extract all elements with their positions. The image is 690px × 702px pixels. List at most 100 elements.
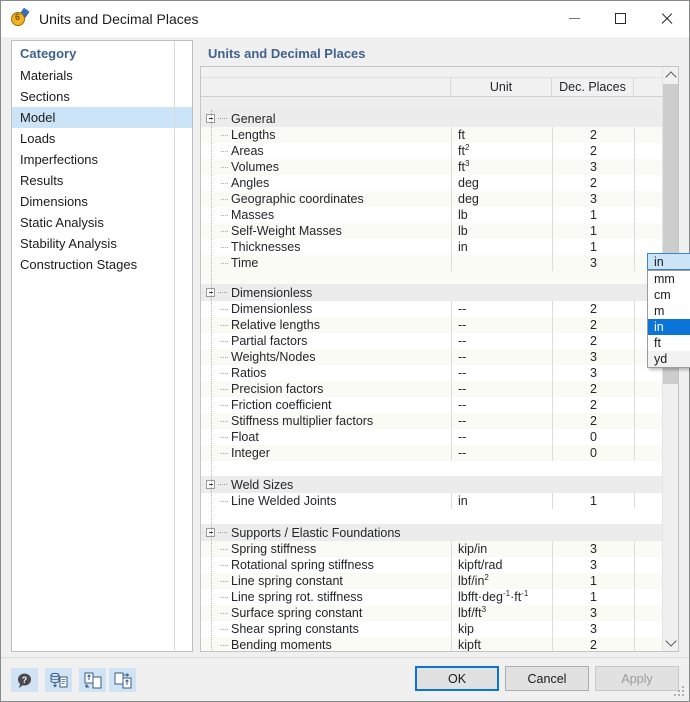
column-header-name[interactable] <box>201 78 451 96</box>
cell-unit[interactable]: ft3 <box>451 159 552 175</box>
cell-unit[interactable] <box>451 255 552 271</box>
table-row[interactable]: Lengths ft 2 <box>201 127 662 143</box>
import-icon[interactable] <box>79 668 106 692</box>
cell-dec-places[interactable]: 2 <box>552 413 634 429</box>
cell-dec-places[interactable]: 3 <box>552 557 634 573</box>
maximize-icon[interactable] <box>597 1 643 36</box>
cell-dec-places[interactable]: 2 <box>552 301 634 317</box>
cell-dec-places[interactable]: 2 <box>552 397 634 413</box>
cell-dec-places[interactable]: 3 <box>552 191 634 207</box>
table-row[interactable]: Float -- 0 <box>201 429 662 445</box>
table-row[interactable]: Line Welded Joints in 1 <box>201 493 662 509</box>
table-row[interactable]: Areas ft2 2 <box>201 143 662 159</box>
cell-unit[interactable]: -- <box>451 301 552 317</box>
cell-unit[interactable]: kip <box>451 621 552 637</box>
sidebar-item-static-analysis[interactable]: Static Analysis <box>12 212 192 233</box>
table-row[interactable]: Line spring rot. stiffness lbfft·deg-1·ft… <box>201 589 662 605</box>
cell-dec-places[interactable]: 2 <box>552 143 634 159</box>
cell-unit[interactable]: deg <box>451 175 552 191</box>
dropdown-option-in[interactable]: in <box>648 319 690 335</box>
table-row[interactable]: Self-Weight Masses lb 1 <box>201 223 662 239</box>
table-row[interactable]: Ratios -- 3 <box>201 365 662 381</box>
dropdown-option-yd[interactable]: yd <box>648 351 690 367</box>
column-header-dec-places[interactable]: Dec. Places <box>552 78 634 96</box>
cell-unit[interactable]: -- <box>451 397 552 413</box>
cell-dec-places[interactable]: 2 <box>552 381 634 397</box>
sidebar-item-construction-stages[interactable]: Construction Stages <box>12 254 192 275</box>
table-row[interactable]: Shear spring constants kip 3 <box>201 621 662 637</box>
group-header-row[interactable]: Dimensionless <box>201 284 662 301</box>
dropdown-option-m[interactable]: m <box>648 303 690 319</box>
export-icon[interactable] <box>109 668 136 692</box>
cell-dec-places[interactable]: 0 <box>552 445 634 461</box>
sidebar-item-results[interactable]: Results <box>12 170 192 191</box>
cell-dec-places[interactable]: 1 <box>552 573 634 589</box>
unit-dropdown-list[interactable]: mm cm m in ft yd <box>647 270 690 368</box>
cell-unit[interactable]: -- <box>451 317 552 333</box>
table-row[interactable]: Friction coefficient -- 2 <box>201 397 662 413</box>
table-row[interactable]: Volumes ft3 3 <box>201 159 662 175</box>
sidebar-item-imperfections[interactable]: Imperfections <box>12 149 192 170</box>
chevron-up-icon[interactable] <box>663 67 678 84</box>
cell-unit[interactable]: -- <box>451 333 552 349</box>
dropdown-option-cm[interactable]: cm <box>648 287 690 303</box>
cell-unit[interactable]: -- <box>451 445 552 461</box>
unit-combobox[interactable]: in <box>647 253 690 270</box>
close-icon[interactable] <box>643 1 689 36</box>
table-row[interactable]: Precision factors -- 2 <box>201 381 662 397</box>
cell-unit[interactable]: lbfft·deg-1·ft-1 <box>451 589 552 605</box>
table-row[interactable]: Masses lb 1 <box>201 207 662 223</box>
table-row[interactable]: Partial factors -- 2 <box>201 333 662 349</box>
table-row[interactable]: Integer -- 0 <box>201 445 662 461</box>
cell-unit[interactable]: -- <box>451 413 552 429</box>
table-row[interactable]: Weights/Nodes -- 3 <box>201 349 662 365</box>
cell-unit[interactable]: kipft <box>451 637 552 651</box>
column-header-unit[interactable]: Unit <box>451 78 552 96</box>
cell-dec-places[interactable]: 3 <box>552 605 634 621</box>
cell-unit[interactable]: lbf/in2 <box>451 573 552 589</box>
table-row[interactable]: Geographic coordinates deg 3 <box>201 191 662 207</box>
cell-dec-places[interactable]: 3 <box>552 365 634 381</box>
cell-unit[interactable]: lbf/ft3 <box>451 605 552 621</box>
cell-dec-places[interactable]: 2 <box>552 333 634 349</box>
cell-unit[interactable]: ft2 <box>451 143 552 159</box>
collapse-expander-icon[interactable] <box>206 114 215 123</box>
title-bar[interactable]: Units and Decimal Places <box>1 1 689 37</box>
table-row[interactable]: Spring stiffness kip/in 3 <box>201 541 662 557</box>
minimize-icon[interactable] <box>551 1 597 36</box>
table-row[interactable]: Bending moments kipft 2 <box>201 637 662 651</box>
cell-unit[interactable]: lb <box>451 223 552 239</box>
collapse-expander-icon[interactable] <box>206 528 215 537</box>
cell-dec-places[interactable]: 2 <box>552 175 634 191</box>
sidebar-item-dimensions[interactable]: Dimensions <box>12 191 192 212</box>
cell-dec-places[interactable]: 3 <box>552 621 634 637</box>
cell-unit[interactable]: kip/in <box>451 541 552 557</box>
cell-dec-places[interactable]: 3 <box>552 349 634 365</box>
cell-dec-places[interactable]: 1 <box>552 223 634 239</box>
table-row[interactable]: Thicknesses in 1 <box>201 239 662 255</box>
cell-unit[interactable]: -- <box>451 349 552 365</box>
cell-unit[interactable]: kipft/rad <box>451 557 552 573</box>
cell-unit[interactable]: -- <box>451 429 552 445</box>
table-row[interactable]: Rotational spring stiffness kipft/rad 3 <box>201 557 662 573</box>
table-row[interactable]: Surface spring constant lbf/ft3 3 <box>201 605 662 621</box>
table-row[interactable]: Relative lengths -- 2 <box>201 317 662 333</box>
group-header-row[interactable]: Weld Sizes <box>201 476 662 493</box>
cell-dec-places[interactable]: 2 <box>552 127 634 143</box>
table-row[interactable]: Angles deg 2 <box>201 175 662 191</box>
help-icon[interactable]: ? <box>11 668 38 692</box>
sidebar-item-model[interactable]: Model <box>12 107 192 128</box>
cell-unit[interactable]: in <box>451 493 552 509</box>
chevron-down-icon[interactable] <box>663 634 678 651</box>
default-settings-icon[interactable] <box>45 668 72 692</box>
cell-dec-places[interactable]: 2 <box>552 637 634 651</box>
cell-dec-places[interactable]: 1 <box>552 207 634 223</box>
cancel-button[interactable]: Cancel <box>505 666 589 691</box>
cell-dec-places[interactable]: 3 <box>552 159 634 175</box>
cell-unit[interactable]: ft <box>451 127 552 143</box>
sidebar-item-stability-analysis[interactable]: Stability Analysis <box>12 233 192 254</box>
group-header-row[interactable]: General <box>201 110 662 127</box>
table-row[interactable]: Stiffness multiplier factors -- 2 <box>201 413 662 429</box>
table-row[interactable]: Dimensionless -- 2 <box>201 301 662 317</box>
cell-unit[interactable]: deg <box>451 191 552 207</box>
